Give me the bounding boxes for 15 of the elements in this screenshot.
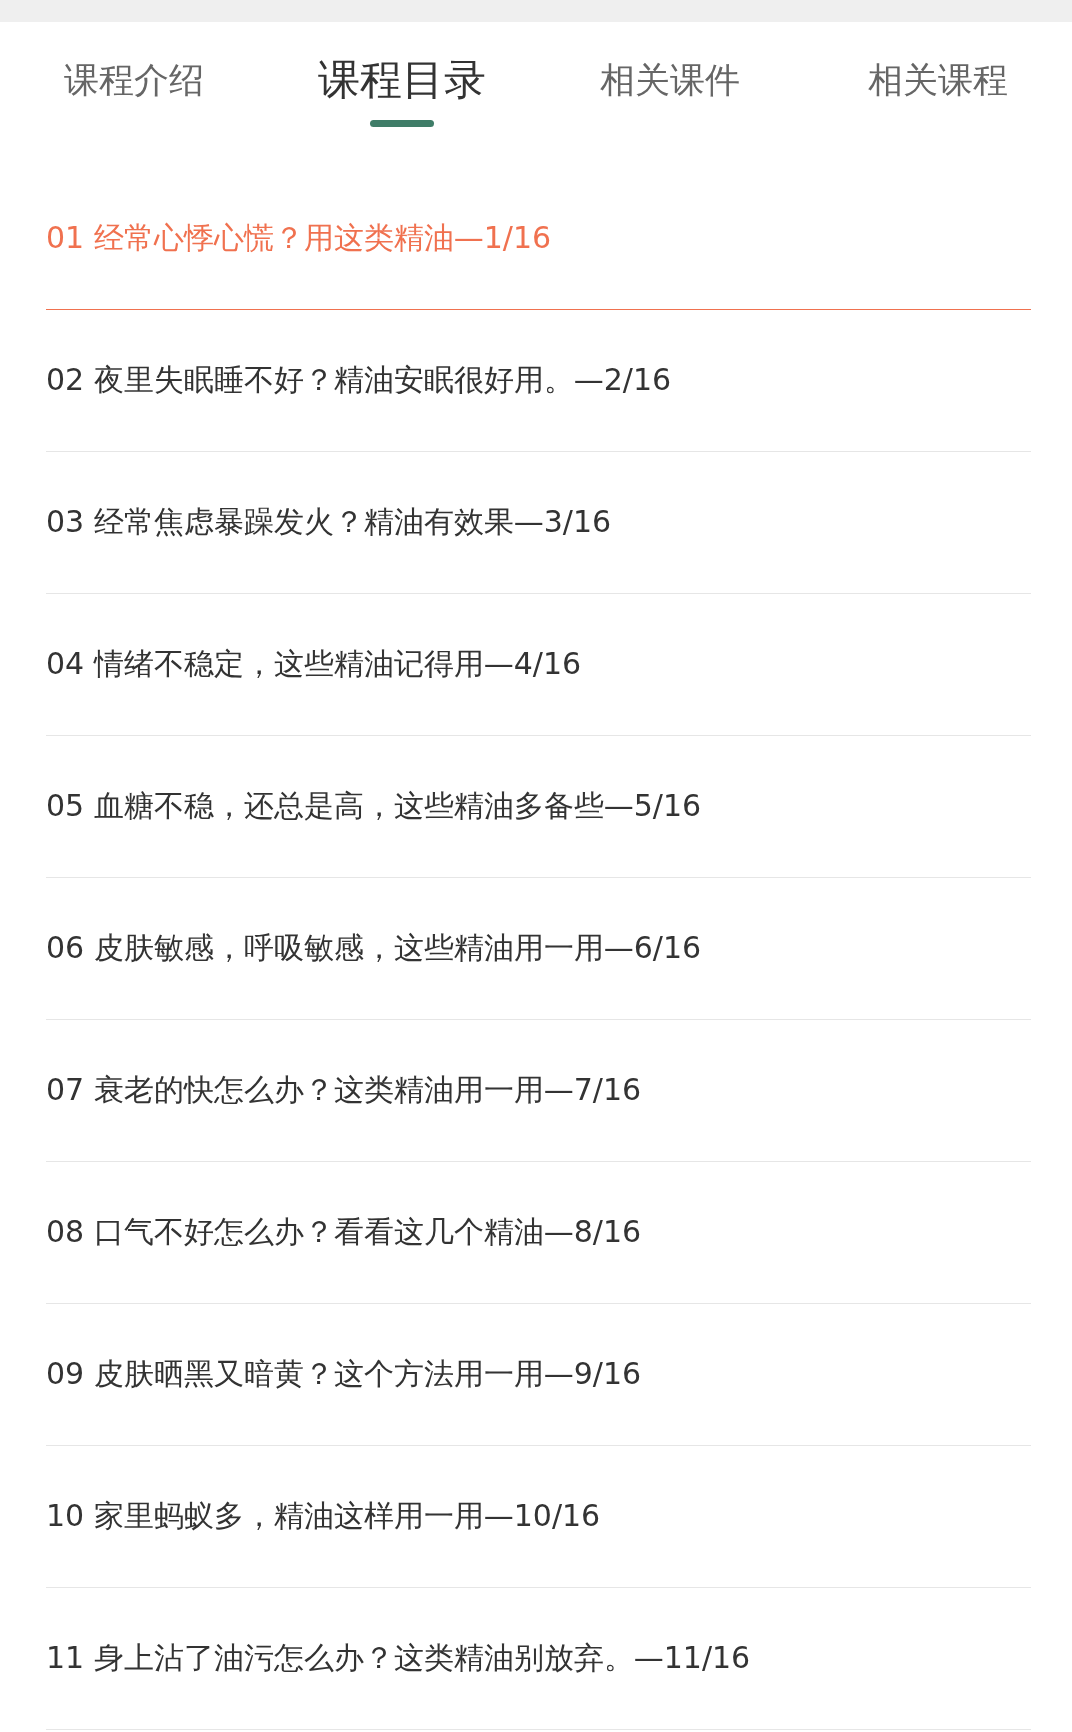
lesson-item[interactable]: 02 夜里失眠睡不好？精油安眠很好用。—2/16 xyxy=(46,310,1031,452)
tab[interactable]: 课程介绍 xyxy=(0,22,268,168)
tab[interactable]: 相关课程 xyxy=(804,22,1072,168)
lesson-item[interactable]: 03 经常焦虑暴躁发火？精油有效果—3/16 xyxy=(46,452,1031,594)
tab[interactable]: 相关课件 xyxy=(536,22,804,168)
lesson-item[interactable]: 10 家里蚂蚁多，精油这样用一用—10/16 xyxy=(46,1446,1031,1588)
lesson-item[interactable]: 04 情绪不稳定，这些精油记得用—4/16 xyxy=(46,594,1031,736)
lesson-item[interactable]: 09 皮肤晒黑又暗黄？这个方法用一用—9/16 xyxy=(46,1304,1031,1446)
lesson-item[interactable]: 07 衰老的快怎么办？这类精油用一用—7/16 xyxy=(46,1020,1031,1162)
tab[interactable]: 课程目录 xyxy=(268,22,536,168)
active-tab-indicator xyxy=(370,120,434,127)
lesson-item[interactable]: 05 血糖不稳，还总是高，这些精油多备些—5/16 xyxy=(46,736,1031,878)
lesson-item[interactable]: 11 身上沾了油污怎么办？这类精油别放弃。—11/16 xyxy=(46,1588,1031,1730)
lesson-item[interactable]: 06 皮肤敏感，呼吸敏感，这些精油用一用—6/16 xyxy=(46,878,1031,1020)
lesson-item[interactable]: 08 口气不好怎么办？看看这几个精油—8/16 xyxy=(46,1162,1031,1304)
